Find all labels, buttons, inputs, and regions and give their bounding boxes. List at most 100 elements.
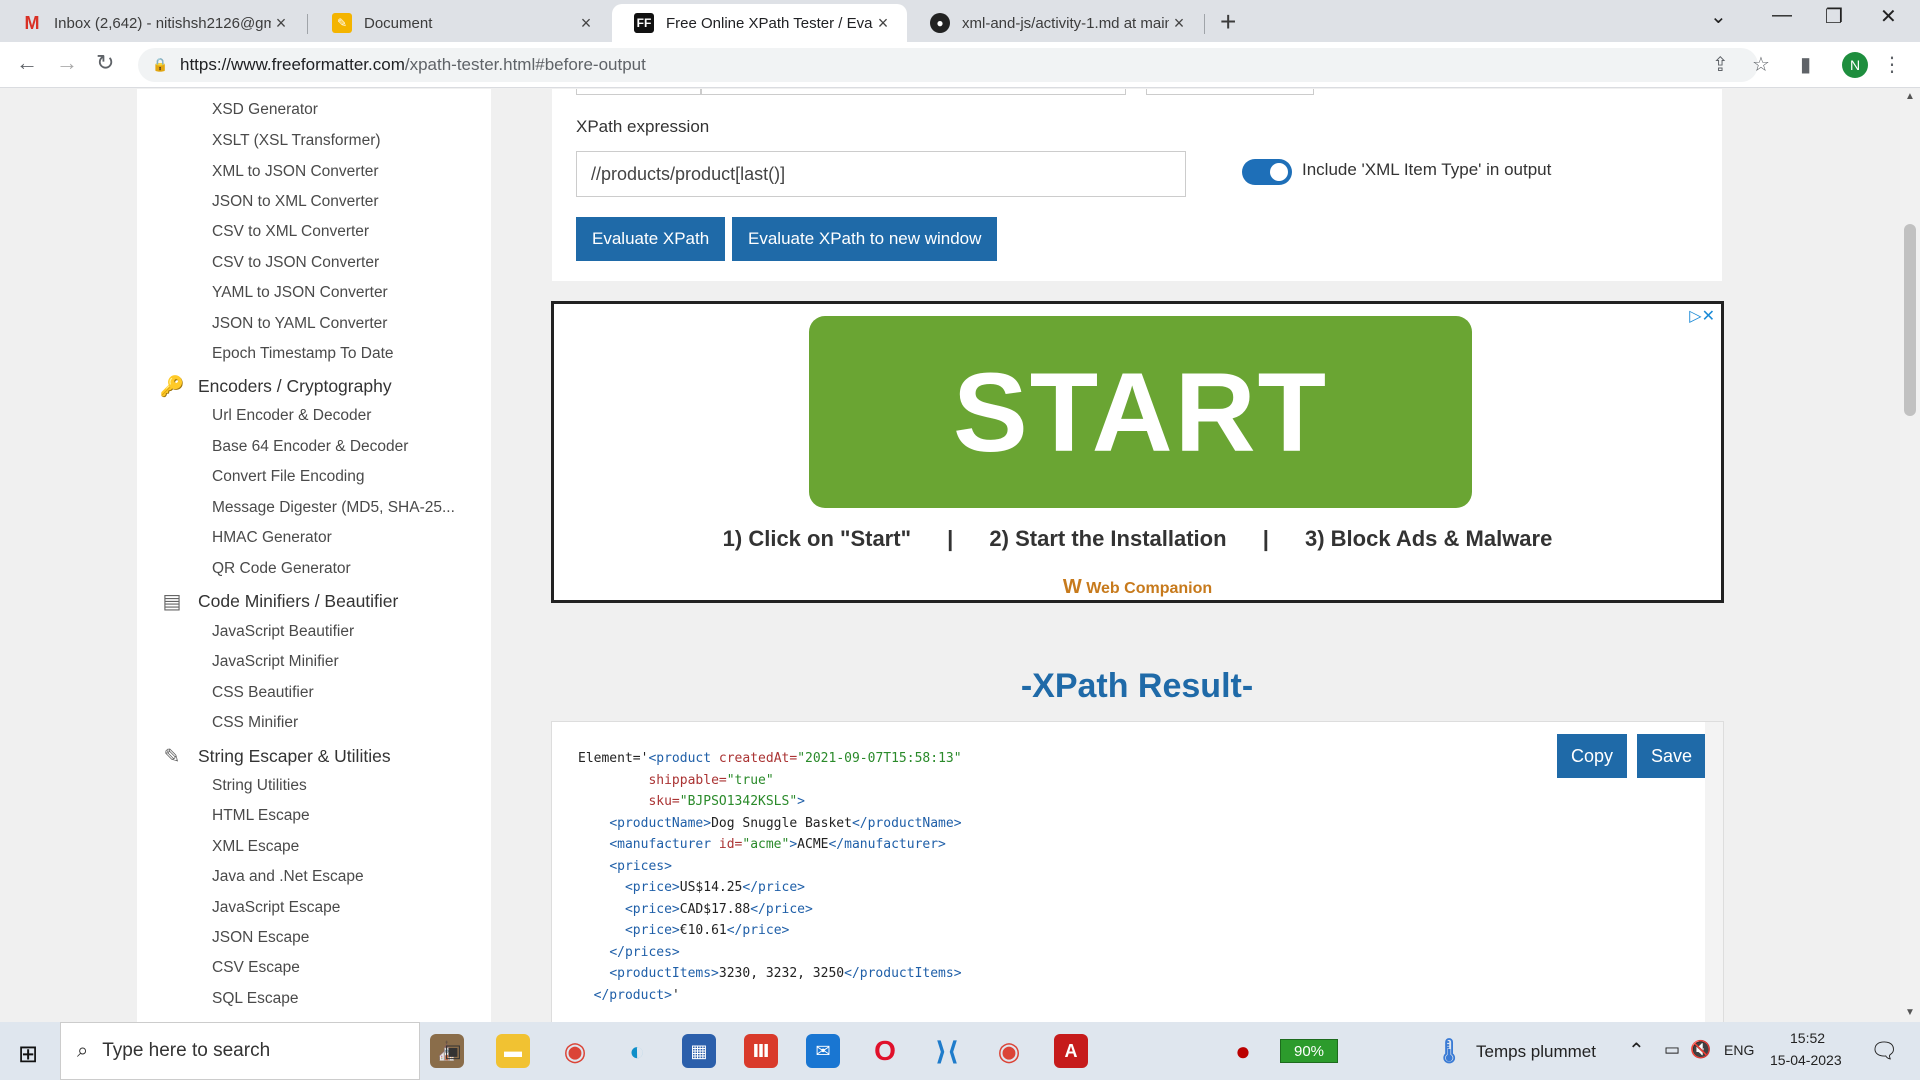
tab-document[interactable]: ✎ Document × (310, 4, 610, 42)
sidebar-item-message-digester[interactable]: Message Digester (MD5, SHA-25... (212, 499, 477, 517)
sidebar-item-js-beautifier[interactable]: JavaScript Beautifier (212, 623, 477, 641)
scrollbar-thumb[interactable] (1904, 224, 1916, 416)
save-button[interactable]: Save (1637, 734, 1707, 778)
sidebar-item-url-encoder[interactable]: Url Encoder & Decoder (212, 407, 477, 425)
sidebar-item-json-escape[interactable]: JSON Escape (212, 929, 477, 947)
github-icon: ● (930, 13, 950, 33)
notification-icon[interactable]: 🗨 (1870, 1038, 1898, 1064)
sidebar-item-java-net-escape[interactable]: Java and .Net Escape (212, 868, 477, 886)
store-icon[interactable]: ▦ (682, 1034, 716, 1068)
taskbar-search-box[interactable]: ⌕ Type here to search (60, 1022, 420, 1080)
acrobat-icon[interactable]: A (1054, 1034, 1088, 1068)
chrome-icon[interactable]: ◉ (558, 1034, 592, 1068)
copy-button[interactable]: Copy (1557, 734, 1628, 778)
xpath-expression-input[interactable] (576, 151, 1186, 197)
clock-date[interactable]: 15-04-2023 (1770, 1052, 1842, 1068)
language-indicator[interactable]: ENG (1724, 1042, 1754, 1058)
office-icon[interactable]: Ⅲ (744, 1034, 778, 1068)
edge-icon[interactable]: ◐ (620, 1034, 654, 1068)
sidebar-item-xsd-generator[interactable]: XSD Generator (212, 101, 477, 119)
cut-off-field[interactable] (701, 89, 1126, 95)
include-item-type-label: Include 'XML Item Type' in output (1302, 160, 1552, 179)
sidebar-category-encoders[interactable]: 🔑 Encoders / Cryptography (160, 374, 392, 398)
sidebar-item-base64[interactable]: Base 64 Encoder & Decoder (212, 438, 477, 456)
sidebar-item-csv-to-json[interactable]: CSV to JSON Converter (212, 254, 477, 272)
browser-toolbar: ← → ↻ 🔒 https://www.freeformatter.com/xp… (0, 42, 1920, 88)
chevron-up-icon[interactable]: ⌃ (1628, 1038, 1645, 1063)
task-view-icon-2[interactable]: ▣ (436, 1034, 470, 1068)
windows-start-icon[interactable]: ⊞ (18, 1040, 38, 1069)
minimize-icon[interactable]: — (1772, 4, 1792, 27)
sidebar-item-epoch-timestamp[interactable]: Epoch Timestamp To Date (212, 345, 477, 363)
back-arrow-icon[interactable]: ← (16, 50, 38, 76)
menu-kebab-icon[interactable]: ⋮ (1882, 52, 1902, 77)
evaluate-xpath-button[interactable]: Evaluate XPath (576, 217, 726, 261)
include-item-type-toggle[interactable] (1242, 159, 1292, 185)
sidebar-item-qr-code[interactable]: QR Code Generator (212, 560, 477, 578)
profile-avatar[interactable]: N (1842, 52, 1868, 78)
address-bar[interactable]: 🔒 https://www.freeformatter.com/xpath-te… (138, 48, 1758, 82)
restore-icon[interactable]: ❐ (1825, 4, 1843, 29)
sidebar-item-css-minifier[interactable]: CSS Minifier (212, 714, 477, 732)
battery-indicator[interactable]: 90% (1280, 1039, 1338, 1063)
mail-icon[interactable]: ✉ (806, 1034, 840, 1068)
forward-arrow-icon[interactable]: → (56, 50, 78, 76)
sidebar-item-json-to-yaml[interactable]: JSON to YAML Converter (212, 315, 477, 333)
sidebar-category-escaper[interactable]: ✎ String Escaper & Utilities (160, 744, 391, 768)
share-icon[interactable]: ⇪ (1712, 52, 1729, 77)
sidebar-item-csv-to-xml[interactable]: CSV to XML Converter (212, 223, 477, 241)
sidebar-item-string-utilities[interactable]: String Utilities (212, 777, 477, 795)
sidebar-item-js-minifier[interactable]: JavaScript Minifier (212, 653, 477, 671)
tab-xpath-tester[interactable]: FF Free Online XPath Tester / Evalua × (612, 4, 907, 42)
close-icon[interactable]: × (873, 13, 893, 34)
sidebar-item-xml-escape[interactable]: XML Escape (212, 838, 477, 856)
sidebar-item-css-beautifier[interactable]: CSS Beautifier (212, 684, 477, 702)
clock-time[interactable]: 15:52 (1790, 1030, 1825, 1046)
scroll-up-arrow-icon[interactable]: ▲ (1905, 91, 1915, 102)
page-scrollbar[interactable]: ▲ ▼ (1900, 89, 1920, 1022)
file-explorer-icon[interactable]: ▬ (496, 1034, 530, 1068)
tab-gmail[interactable]: M Inbox (2,642) - nitishsh2126@gm × (0, 4, 305, 42)
freeformatter-icon: FF (634, 13, 654, 33)
close-icon[interactable]: × (576, 13, 596, 34)
opera-icon[interactable]: O (868, 1034, 902, 1068)
sidebar-item-sql-escape[interactable]: SQL Escape (212, 990, 477, 1008)
chrome-profile-icon[interactable]: ◉ (992, 1034, 1026, 1068)
close-icon[interactable]: × (1169, 13, 1189, 34)
advertisement[interactable]: ▷✕ START 1) Click on "Start" | 2) Start … (551, 301, 1724, 603)
ad-choices-close-icon[interactable]: ▷✕ (1689, 306, 1715, 326)
close-window-icon[interactable]: ✕ (1880, 4, 1897, 29)
sidebar-item-html-escape[interactable]: HTML Escape (212, 807, 477, 825)
scroll-down-arrow-icon[interactable]: ▼ (1905, 1007, 1915, 1018)
ad-start-button[interactable]: START (809, 316, 1472, 508)
code-token: "2021-09-07T15:58:13" (797, 751, 962, 766)
sidebar-item-yaml-to-json[interactable]: YAML to JSON Converter (212, 284, 477, 302)
sidebar-item-xml-to-json[interactable]: XML to JSON Converter (212, 163, 477, 181)
sidebar-item-json-to-xml[interactable]: JSON to XML Converter (212, 193, 477, 211)
sidebar-item-xslt[interactable]: XSLT (XSL Transformer) (212, 132, 477, 150)
volume-mute-icon[interactable]: 🔇 (1690, 1040, 1711, 1060)
sidebar-item-convert-encoding[interactable]: Convert File Encoding (212, 468, 477, 486)
cut-off-field[interactable] (576, 89, 701, 95)
sidebar-item-csv-escape[interactable]: CSV Escape (212, 959, 477, 977)
side-panel-icon[interactable]: ▮ (1800, 52, 1811, 77)
sidebar-item-javascript-escape[interactable]: JavaScript Escape (212, 899, 477, 917)
code-line: <manufacturer id="acme">ACME</manufactur… (578, 834, 962, 856)
sidebar-item-hmac[interactable]: HMAC Generator (212, 529, 477, 547)
ad-separator: | (1262, 526, 1269, 551)
battery-icon[interactable]: ▭ (1664, 1040, 1680, 1060)
vscode-icon[interactable]: ⟩⟨ (930, 1034, 964, 1068)
code-token: <price> (624, 901, 680, 917)
tab-search-chevron-icon[interactable]: ⌄ (1710, 4, 1727, 29)
close-icon[interactable]: × (271, 13, 291, 34)
cut-off-field[interactable] (1146, 89, 1314, 95)
antivirus-icon[interactable]: ● (1226, 1034, 1260, 1068)
tab-github[interactable]: ● xml-and-js/activity-1.md at main × (908, 4, 1203, 42)
evaluate-xpath-new-window-button[interactable]: Evaluate XPath to new window (732, 217, 998, 261)
reload-icon[interactable]: ↻ (96, 50, 114, 76)
weather-text[interactable]: Temps plummet (1476, 1042, 1596, 1062)
sidebar-category-minifiers[interactable]: ▤ Code Minifiers / Beautifier (160, 589, 399, 613)
star-icon[interactable]: ☆ (1752, 52, 1770, 77)
result-scrollbar[interactable] (1705, 722, 1723, 1022)
new-tab-button[interactable]: + (1220, 6, 1236, 38)
